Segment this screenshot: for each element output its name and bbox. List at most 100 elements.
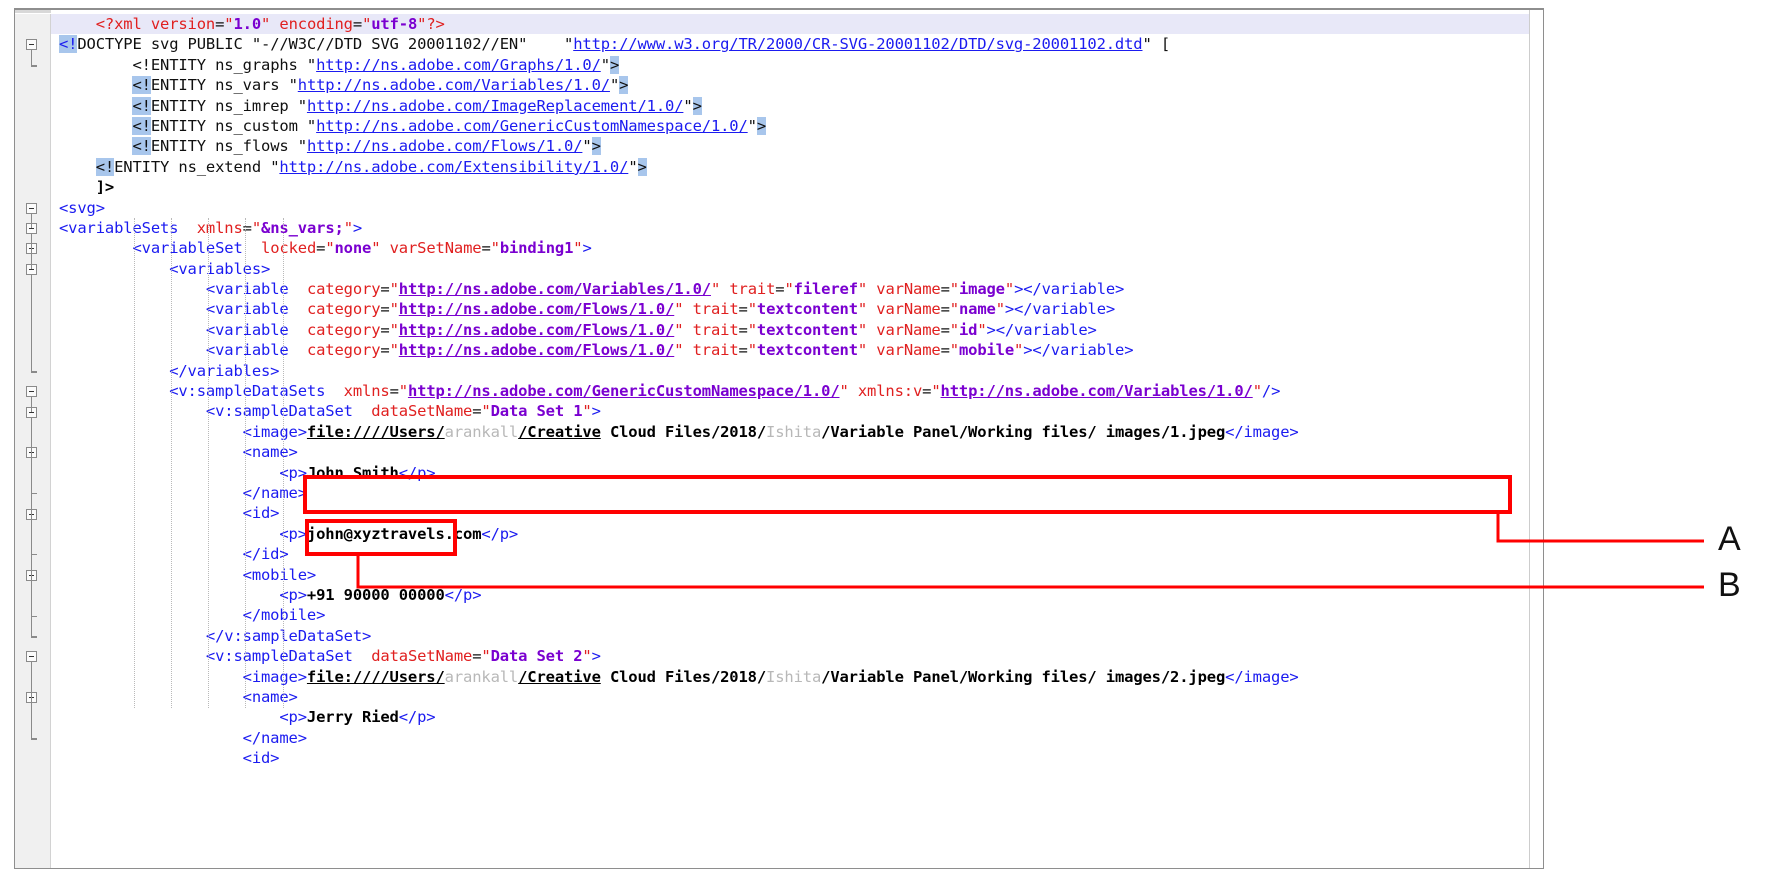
code-token: = <box>940 300 950 319</box>
indent-guide <box>208 218 210 708</box>
code-token: </image> <box>1225 667 1299 686</box>
fold-toggle-icon[interactable] <box>26 202 37 214</box>
fold-toggle-icon[interactable] <box>26 39 37 51</box>
code-line[interactable]: <p>Jerry Ried</p> <box>51 707 1543 727</box>
code-line[interactable]: ]> <box>51 177 1543 197</box>
code-line[interactable]: </v:sampleDataSet> <box>51 626 1543 646</box>
code-line[interactable]: <!ENTITY ns_flows "http://ns.adobe.com/F… <box>51 136 1543 156</box>
code-content-area[interactable]: <?xml version="1.0" encoding="utf-8"?> <!… <box>51 10 1543 868</box>
code-token: xmlns <box>196 218 243 237</box>
code-token: <! <box>132 137 151 156</box>
xml-source-editor[interactable]: <?xml version="1.0" encoding="utf-8"?> <!… <box>14 8 1544 869</box>
code-token: <svg> <box>59 198 105 217</box>
code-line[interactable]: </id> <box>51 544 1543 564</box>
code-token: = <box>242 218 252 237</box>
code-line[interactable]: <name> <box>51 687 1543 707</box>
code-token: " <box>949 300 959 319</box>
code-token: " <box>389 300 399 319</box>
code-line[interactable]: <p>+91 90000 00000</p> <box>51 585 1543 605</box>
code-line[interactable]: <id> <box>51 503 1543 523</box>
code-line[interactable]: <!ENTITY ns_extend "http://ns.adobe.com/… <box>51 157 1543 177</box>
code-token: <variableSet <box>132 239 243 258</box>
code-token: textcontent <box>756 300 858 319</box>
editor-right-rail <box>1529 10 1543 868</box>
code-token: <id> <box>242 749 280 768</box>
code-line[interactable]: <v:sampleDataSet dataSetName="Data Set 2… <box>51 646 1543 666</box>
indent-guide <box>133 218 135 708</box>
code-token: Data Set 2 <box>490 647 583 666</box>
code-line[interactable]: <variable category="http://ns.adobe.com/… <box>51 340 1543 360</box>
code-line[interactable]: <!ENTITY ns_vars "http://ns.adobe.com/Va… <box>51 75 1543 95</box>
code-line[interactable]: <variables> <box>51 259 1543 279</box>
code-line[interactable]: <variable category="http://ns.adobe.com/… <box>51 279 1543 299</box>
code-token: > <box>591 402 601 421</box>
code-line[interactable]: <!ENTITY ns_custom "http://ns.adobe.com/… <box>51 116 1543 136</box>
code-line[interactable]: <id> <box>51 748 1543 768</box>
code-line[interactable]: </variables> <box>51 361 1543 381</box>
code-token: version <box>150 15 216 33</box>
code-fold-gutter[interactable] <box>15 14 51 868</box>
code-token: file:////Users/ <box>306 422 445 441</box>
code-line[interactable]: <svg> <box>51 198 1543 218</box>
code-line[interactable]: </name> <box>51 728 1543 748</box>
code-token: varName <box>876 320 941 339</box>
code-line[interactable]: <p>john@xyztravels.com</p> <box>51 524 1543 544</box>
code-line[interactable]: </name> <box>51 483 1543 503</box>
code-line[interactable]: <!ENTITY ns_graphs "http://ns.adobe.com/… <box>51 55 1543 75</box>
code-token: " <box>490 239 500 258</box>
code-token: +91 90000 00000 <box>306 585 445 604</box>
code-line[interactable]: <image>file:////Users/arankall/Creative … <box>51 667 1543 687</box>
code-token: category <box>306 280 381 299</box>
code-token: " <box>949 320 959 339</box>
code-token: " <box>1004 280 1015 299</box>
code-token: " <box>683 96 693 115</box>
code-line[interactable]: <!DOCTYPE svg PUBLIC "-//W3C//DTD SVG 20… <box>51 34 1543 54</box>
fold-connector-line <box>31 213 32 228</box>
code-token: " <box>389 320 399 339</box>
code-line[interactable]: <?xml version="1.0" encoding="utf-8"?> <box>51 14 1543 35</box>
code-line[interactable]: </mobile> <box>51 605 1543 625</box>
code-token: /> <box>1261 382 1281 401</box>
code-token: <v:sampleDataSet <box>205 647 353 666</box>
code-token: ></variable> <box>1023 341 1134 360</box>
code-token: ENTITY ns_flows " <box>150 137 307 156</box>
code-line[interactable]: <mobile> <box>51 565 1543 585</box>
code-token: /Variable Panel/Working files/ images/2.… <box>821 667 1226 686</box>
code-token: mobile <box>958 341 1015 360</box>
code-token: <mobile> <box>242 565 317 584</box>
code-line[interactable]: <variable category="http://ns.adobe.com/… <box>51 320 1543 340</box>
code-token: = <box>940 280 950 299</box>
code-token: " <box>949 341 959 360</box>
code-line[interactable]: <variable category="http://ns.adobe.com/… <box>51 299 1543 319</box>
code-token: = <box>215 15 225 33</box>
code-token: <name> <box>242 443 298 462</box>
code-line[interactable]: <v:sampleDataSet dataSetName="Data Set 1… <box>51 401 1543 421</box>
code-line[interactable]: <name> <box>51 442 1543 462</box>
fold-toggle-icon[interactable] <box>26 651 37 663</box>
code-token: " <box>710 280 721 299</box>
code-token: http://ns.adobe.com/Variables/1.0/ <box>398 280 711 299</box>
code-line[interactable]: <variableSet locked="none" varSetName="b… <box>51 238 1543 258</box>
code-line[interactable]: <v:sampleDataSets xmlns="http://ns.adobe… <box>51 381 1543 401</box>
code-line[interactable]: <!ENTITY ns_imrep "http://ns.adobe.com/I… <box>51 96 1543 116</box>
code-token: http://ns.adobe.com/Variables/1.0/ <box>297 76 610 95</box>
fold-toggle-icon[interactable] <box>26 386 37 398</box>
code-token: " <box>609 76 620 95</box>
fold-end-cap <box>31 365 37 373</box>
code-line[interactable]: <p>John Smith</p> <box>51 463 1543 483</box>
code-line[interactable]: <image>file:////Users/arankall/Creative … <box>51 422 1543 442</box>
code-line[interactable]: <variableSets xmlns="&ns_vars;"> <box>51 218 1543 238</box>
